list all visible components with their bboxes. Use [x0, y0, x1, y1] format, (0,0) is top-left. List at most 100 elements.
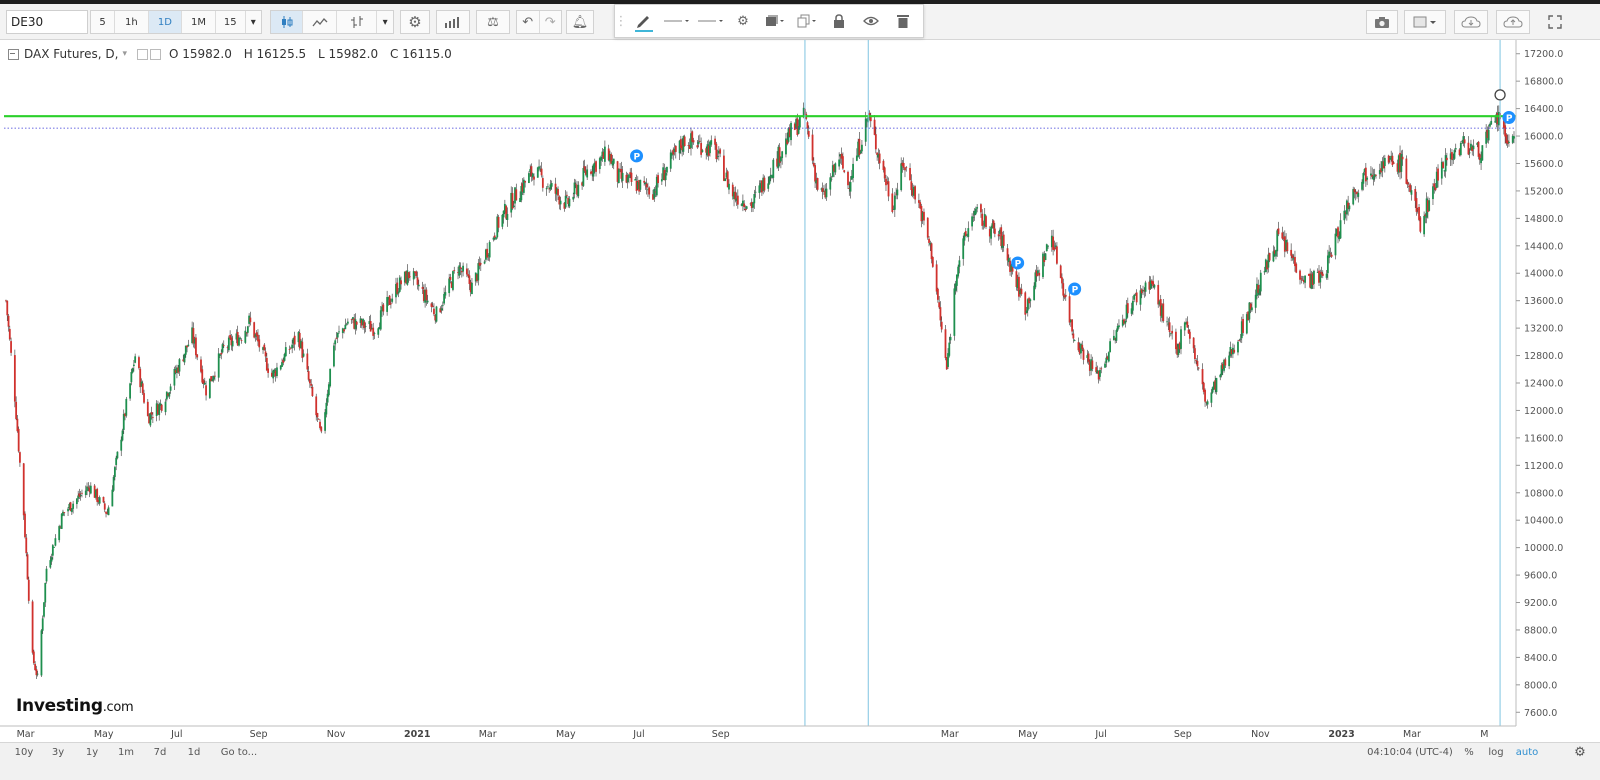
candle-body: [628, 174, 630, 178]
candle-body: [657, 175, 659, 184]
collapse-icon[interactable]: [8, 48, 19, 60]
candle-body: [134, 356, 137, 363]
candle-body: [84, 490, 87, 496]
candle-body: [497, 216, 500, 228]
drawing-toolbar: ⋮ ⚙: [614, 4, 924, 38]
settings-icon[interactable]: ⚙: [1570, 743, 1590, 761]
x-tick-label: Nov: [327, 729, 346, 740]
candle-body: [1291, 255, 1294, 259]
layers-icon[interactable]: [759, 5, 791, 37]
series-name[interactable]: DAX Futures, D,: [24, 47, 118, 61]
candle-body: [512, 205, 515, 208]
candle-body: [1423, 215, 1426, 235]
candle-body: [249, 317, 252, 323]
candle-body: [81, 492, 83, 494]
clone-icon[interactable]: [791, 5, 823, 37]
interval-1d[interactable]: 1D: [148, 11, 183, 33]
y-tick-label: 16800.0: [1524, 77, 1563, 88]
candle-body: [874, 134, 877, 150]
range-1y[interactable]: 1y: [78, 743, 106, 761]
redo-icon[interactable]: ↷: [540, 11, 562, 33]
candle-body: [873, 119, 876, 135]
clock[interactable]: 04:10:04 (UTC-4): [1360, 743, 1460, 761]
alert-icon[interactable]: 🔔︎: [566, 10, 594, 34]
candle-body: [116, 451, 119, 459]
candle-body: [151, 417, 154, 418]
chevron-down-icon[interactable]: ▾: [246, 11, 261, 33]
candle-body: [168, 392, 171, 397]
range-3y[interactable]: 3y: [44, 743, 72, 761]
interval-15[interactable]: 15: [216, 11, 246, 33]
settings-icon[interactable]: [149, 48, 161, 60]
candle-body: [1072, 333, 1075, 339]
pen-icon[interactable]: [627, 5, 659, 37]
chevron-down-icon[interactable]: ▾: [122, 49, 127, 59]
candle-body: [87, 486, 90, 488]
candle-body: [1115, 330, 1118, 341]
candle-body: [1091, 360, 1094, 369]
interval-5[interactable]: 5: [91, 11, 116, 33]
candle-body: [1362, 173, 1365, 184]
interval-1h[interactable]: 1h: [115, 11, 149, 33]
candle-body: [938, 302, 941, 308]
candle-body: [433, 308, 435, 315]
candle-body: [217, 353, 220, 378]
candle-body: [763, 177, 766, 191]
candle-body: [639, 179, 642, 190]
candle-body: [536, 167, 539, 178]
settings-icon[interactable]: ⚙: [400, 10, 430, 34]
drag-handle-icon[interactable]: ⋮: [615, 5, 628, 37]
candle-body: [664, 172, 667, 181]
trash-icon[interactable]: [887, 5, 919, 37]
eye-icon[interactable]: [855, 5, 887, 37]
indicators-icon[interactable]: [436, 10, 470, 34]
undo-icon[interactable]: ↶: [517, 11, 540, 33]
chart-area[interactable]: 16289.416115.016668.42021-11-162022-01-0…: [0, 40, 1600, 740]
line-color-icon[interactable]: [659, 5, 693, 37]
range-1d[interactable]: 1d: [180, 743, 208, 761]
symbol-input[interactable]: DE30: [6, 10, 88, 34]
candle-body: [1124, 320, 1127, 324]
x-tick-label: Sep: [250, 729, 268, 740]
y-tick-label: 13600.0: [1524, 296, 1563, 307]
candle-body: [577, 184, 580, 197]
candle-body: [586, 169, 589, 178]
candle-body: [724, 178, 727, 182]
line-width-icon[interactable]: [693, 5, 727, 37]
candles-icon[interactable]: [271, 11, 304, 33]
compare-icon[interactable]: ⚖: [476, 10, 510, 34]
cloud-save-icon[interactable]: [1496, 10, 1530, 34]
y-tick-label: 10400.0: [1524, 516, 1563, 527]
fullscreen-icon[interactable]: [1540, 10, 1570, 34]
cloud-load-icon[interactable]: [1454, 10, 1488, 34]
bar-style-icon[interactable]: [337, 11, 378, 33]
percent-toggle[interactable]: %: [1460, 743, 1478, 761]
goto-date-button[interactable]: Go to...: [214, 743, 264, 761]
range-7d[interactable]: 7d: [146, 743, 174, 761]
candle-body: [847, 171, 849, 186]
visibility-icon[interactable]: [136, 48, 148, 60]
candle-body: [752, 202, 754, 208]
y-tick-label: 7600.0: [1524, 708, 1557, 719]
log-toggle[interactable]: log: [1484, 743, 1508, 761]
candle-body: [1357, 192, 1360, 197]
candle-body: [310, 383, 313, 386]
lock-icon[interactable]: [823, 5, 855, 37]
candle-body: [1061, 277, 1063, 284]
line-chart-icon[interactable]: [303, 11, 338, 33]
candle-body: [1068, 296, 1071, 323]
settings-icon[interactable]: ⚙: [727, 5, 759, 37]
candle-body: [382, 304, 385, 312]
layout-icon[interactable]: [1404, 10, 1446, 34]
candle-body: [138, 357, 140, 369]
range-10y[interactable]: 10y: [10, 743, 38, 761]
auto-toggle[interactable]: auto: [1512, 743, 1542, 761]
candle-body: [132, 364, 135, 366]
candle-body: [849, 182, 852, 192]
price-chart[interactable]: 16289.416115.016668.42021-11-162022-01-0…: [0, 40, 1600, 740]
candle-body: [564, 195, 567, 208]
interval-1m[interactable]: 1M: [182, 11, 216, 33]
chevron-down-icon[interactable]: ▾: [377, 11, 393, 33]
range-1m[interactable]: 1m: [112, 743, 140, 761]
camera-icon[interactable]: [1366, 10, 1398, 34]
